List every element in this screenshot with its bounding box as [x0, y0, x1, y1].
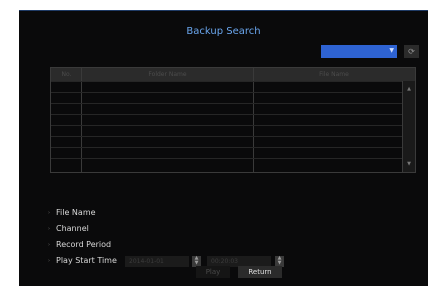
return-button[interactable]: Return [238, 266, 282, 278]
option-record-period[interactable]: › Record Period [48, 240, 111, 249]
refresh-icon: ⟳ [408, 47, 415, 56]
table-scrollbar[interactable]: ▲ ▼ [402, 81, 415, 172]
bullet-icon: › [48, 226, 50, 232]
scroll-down-icon[interactable]: ▼ [405, 160, 413, 168]
backup-search-panel: Backup Search ▼ ⟳ No. Folder Name File N… [19, 10, 428, 286]
bullet-icon: › [48, 242, 50, 248]
results-table: No. Folder Name File Name ▲ ▼ [50, 67, 416, 173]
device-select[interactable]: ▼ [321, 45, 397, 58]
option-play-start-time[interactable]: › Play Start Time [48, 256, 117, 265]
start-date-field[interactable]: 2014-01-01 [125, 256, 189, 267]
table-header: No. Folder Name File Name [51, 68, 415, 81]
option-file-name[interactable]: › File Name [48, 208, 96, 217]
table-row[interactable] [51, 158, 403, 170]
column-header-folder-name: Folder Name [148, 71, 187, 78]
page-title: Backup Search [186, 26, 261, 37]
scroll-up-icon[interactable]: ▲ [405, 85, 413, 93]
column-header-file-name: File Name [319, 71, 349, 78]
option-channel[interactable]: › Channel [48, 224, 89, 233]
play-button[interactable]: Play [196, 266, 230, 278]
bullet-icon: › [48, 210, 50, 216]
bullet-icon: › [48, 258, 50, 264]
refresh-button[interactable]: ⟳ [404, 45, 419, 58]
chevron-down-icon: ▼ [389, 47, 394, 54]
column-header-no: No. [61, 71, 72, 78]
